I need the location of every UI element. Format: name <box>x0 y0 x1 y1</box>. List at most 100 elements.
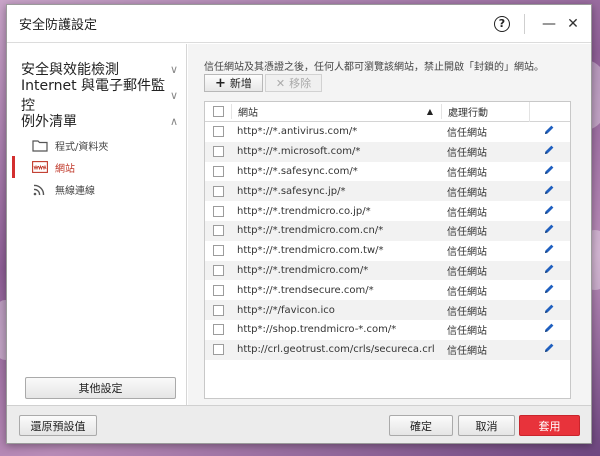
pencil-icon[interactable] <box>543 184 555 199</box>
sidebar-item-label: 網站 <box>55 163 75 175</box>
sidebar-item-label: 程式/資料夾 <box>55 141 109 153</box>
row-action: 信任網站 <box>447 346 487 358</box>
row-action: 信任網站 <box>447 148 487 160</box>
row-checkbox[interactable] <box>212 245 224 257</box>
websites-description: 信任網站及其憑證之後，任何人都可瀏覽該網站，禁止開啟「封鎖的」網站。 <box>204 62 544 73</box>
sidebar-category-internet-email[interactable]: Internet 與電子郵件監控 ∨ <box>7 78 186 114</box>
table-row[interactable]: http*://*.microsoft.com/* 信任網站 <box>205 141 570 162</box>
column-header-site-label: 網站 <box>238 108 258 119</box>
chevron-down-icon: ∨ <box>169 88 178 102</box>
row-action: 信任網站 <box>447 167 487 179</box>
other-settings-button[interactable]: 其他設定 <box>25 377 176 399</box>
pencil-icon[interactable] <box>543 144 555 159</box>
row-url: http*://*.antivirus.com/* <box>237 126 358 138</box>
row-action: 信任網站 <box>447 128 487 140</box>
minimize-button[interactable]: — <box>537 16 561 32</box>
row-url: http*://*.safesync.com/* <box>237 165 358 177</box>
row-url: http*://*/favicon.ico <box>237 304 335 316</box>
pencil-icon[interactable] <box>543 124 555 139</box>
www-icon <box>31 160 49 174</box>
apply-button[interactable]: 套用 <box>519 415 580 436</box>
row-checkbox[interactable] <box>212 324 224 336</box>
table-row[interactable]: http*://*.trendmicro.com.cn/* 信任網站 <box>205 220 570 241</box>
row-checkbox[interactable] <box>212 205 224 217</box>
wifi-icon <box>31 182 49 196</box>
row-action: 信任網站 <box>447 187 487 199</box>
pencil-icon[interactable] <box>543 303 555 318</box>
pencil-icon[interactable] <box>543 263 555 278</box>
table-header: 網站 ▲ 處理行動 <box>205 101 570 122</box>
chevron-up-icon: ∧ <box>169 114 178 128</box>
row-checkbox[interactable] <box>212 284 224 296</box>
remove-button[interactable]: ✕ 移除 <box>264 74 323 92</box>
row-checkbox[interactable] <box>212 264 224 276</box>
pencil-icon[interactable] <box>543 223 555 238</box>
row-action: 信任網站 <box>447 286 487 298</box>
row-action: 信任網站 <box>447 247 487 259</box>
row-action: 信任網站 <box>447 326 487 338</box>
pencil-icon[interactable] <box>543 164 555 179</box>
row-checkbox[interactable] <box>212 165 224 177</box>
table-row[interactable]: http*://*.trendmicro.com/* 信任網站 <box>205 260 570 281</box>
row-action: 信任網站 <box>447 207 487 219</box>
cancel-button[interactable]: 取消 <box>458 415 515 436</box>
row-checkbox[interactable] <box>212 344 224 356</box>
title-divider <box>524 13 525 34</box>
column-header-action[interactable]: 處理行動 <box>441 104 529 119</box>
table-row[interactable]: http*://*.trendmicro.com.tw/* 信任網站 <box>205 241 570 261</box>
add-button[interactable]: + 新增 <box>204 74 263 92</box>
table-row[interactable]: http*://*.trendmicro.co.jp/* 信任網站 <box>205 201 570 221</box>
table-row[interactable]: http*://shop.trendmicro-*.com/* 信任網站 <box>205 320 570 340</box>
sidebar-item-programs-folders[interactable]: 程式/資料夾 <box>7 134 186 156</box>
table-row[interactable]: http*://*.trendsecure.com/* 信任網站 <box>205 280 570 300</box>
pencil-icon[interactable] <box>543 322 555 337</box>
pencil-icon[interactable] <box>543 243 555 258</box>
close-button[interactable]: ✕ <box>561 16 585 32</box>
row-checkbox[interactable] <box>212 304 224 316</box>
table-row[interactable]: http://crl.geotrust.com/crls/secureca.cr… <box>205 339 570 360</box>
column-header-site[interactable]: 網站 ▲ <box>231 104 441 119</box>
remove-button-label: 移除 <box>289 77 312 90</box>
add-button-label: 新增 <box>229 77 252 90</box>
x-icon: ✕ <box>275 76 286 90</box>
chevron-down-icon: ∨ <box>169 62 178 76</box>
restore-defaults-button[interactable]: 還原預設值 <box>19 415 97 436</box>
sidebar-category-label: 例外清單 <box>21 114 77 130</box>
sidebar: 安全與效能檢測 ∨ Internet 與電子郵件監控 ∨ 例外清單 ∧ 程式/資… <box>7 44 187 405</box>
table-row[interactable]: http*://*.safesync.com/* 信任網站 <box>205 162 570 182</box>
footer-bar: 還原預設值 確定 取消 套用 <box>7 405 591 443</box>
help-icon[interactable]: ? <box>494 15 510 32</box>
pencil-icon[interactable] <box>543 342 555 357</box>
row-action: 信任網站 <box>447 227 487 239</box>
plus-icon: + <box>215 75 226 91</box>
toolbar: + 新增 ✕ 移除 <box>204 74 323 92</box>
row-url: http*://*.trendmicro.com/* <box>237 264 369 276</box>
row-checkbox[interactable] <box>212 225 224 237</box>
window-title: 安全防護設定 <box>19 18 98 33</box>
row-url: http*://*.trendmicro.com.cn/* <box>237 225 384 237</box>
pencil-icon[interactable] <box>543 283 555 298</box>
row-url: http*://*.trendsecure.com/* <box>237 284 374 296</box>
row-checkbox[interactable] <box>212 126 224 138</box>
main-panel: 信任網站及其憑證之後，任何人都可瀏覽該網站，禁止開啟「封鎖的」網站。 + 新增 … <box>188 44 591 405</box>
row-action: 信任網站 <box>447 266 487 278</box>
table-row[interactable]: http*://*.safesync.jp/* 信任網站 <box>205 181 570 202</box>
row-checkbox[interactable] <box>212 185 224 197</box>
title-bar: 安全防護設定 ? — ✕ <box>7 5 591 43</box>
table-row[interactable]: http*://*.antivirus.com/* 信任網站 <box>205 122 570 142</box>
table-body: http*://*.antivirus.com/* 信任網站 http*://*.m… <box>205 122 570 360</box>
table-row[interactable]: http*://*/favicon.ico 信任網站 <box>205 300 570 320</box>
row-checkbox[interactable] <box>212 146 224 158</box>
row-action: 信任網站 <box>447 306 487 318</box>
select-all-checkbox[interactable] <box>212 106 224 117</box>
sidebar-item-wireless[interactable]: 無線連線 <box>7 178 186 200</box>
sidebar-category-label: Internet 與電子郵件監控 <box>21 78 166 114</box>
pencil-icon[interactable] <box>543 204 555 219</box>
ok-button[interactable]: 確定 <box>389 415 453 436</box>
website-exceptions-table: 網站 ▲ 處理行動 http*://*.antivirus.com/* 信任網站 h… <box>204 101 571 399</box>
sidebar-item-websites[interactable]: 網站 <box>7 156 186 178</box>
row-url: http*://*.microsoft.com/* <box>237 146 361 158</box>
row-url: http*://*.trendmicro.com.tw/* <box>237 245 384 257</box>
column-header-edit <box>529 101 569 122</box>
row-url: http://crl.geotrust.com/crls/secureca.cr… <box>237 344 435 356</box>
